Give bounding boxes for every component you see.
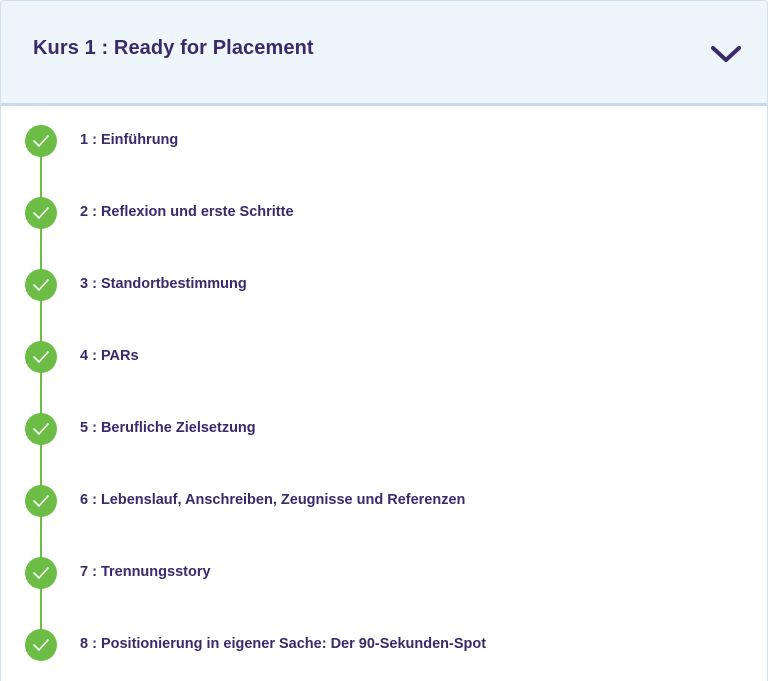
lesson-label: 7 : Trennungsstory <box>80 564 211 580</box>
lesson-label: 2 : Reflexion und erste Schritte <box>80 204 294 220</box>
lesson-label: 3 : Standortbestimmung <box>80 276 247 292</box>
lesson-label: 5 : Berufliche Zielsetzung <box>80 420 256 436</box>
check-circle-icon <box>25 557 57 589</box>
course-panel: Kurs 1 : Ready for Placement 1 : Einführ… <box>0 0 768 681</box>
lesson-item[interactable]: 5 : Berufliche Zielsetzung <box>1 394 767 500</box>
course-title: Kurs 1 : Ready for Placement <box>33 37 314 59</box>
lesson-label: 4 : PARs <box>80 348 139 364</box>
lesson-item[interactable]: 4 : PARs <box>1 322 767 428</box>
check-circle-icon <box>25 485 57 517</box>
lesson-item[interactable]: 3 : Standortbestimmung <box>1 250 767 356</box>
chevron-down-icon[interactable] <box>708 41 744 67</box>
lesson-label: 6 : Lebenslauf, Anschreiben, Zeugnisse u… <box>80 492 466 508</box>
course-header[interactable]: Kurs 1 : Ready for Placement <box>1 1 767 106</box>
check-circle-icon <box>25 125 57 157</box>
lesson-item[interactable]: 1 : Einführung <box>1 106 767 212</box>
lesson-item[interactable]: 6 : Lebenslauf, Anschreiben, Zeugnisse u… <box>1 466 767 572</box>
lesson-label: 1 : Einführung <box>80 132 179 148</box>
check-circle-icon <box>25 341 57 373</box>
lesson-item[interactable]: 7 : Trennungsstory <box>1 538 767 644</box>
lesson-label: 8 : Positionierung in eigener Sache: Der… <box>80 636 487 652</box>
check-circle-icon <box>25 269 57 301</box>
check-circle-icon <box>25 197 57 229</box>
check-circle-icon <box>25 629 57 661</box>
lesson-list: 1 : Einführung 2 : Reflexion und erste S… <box>1 106 767 681</box>
check-circle-icon <box>25 413 57 445</box>
lesson-item[interactable]: 2 : Reflexion und erste Schritte <box>1 178 767 284</box>
lesson-item[interactable]: 8 : Positionierung in eigener Sache: Der… <box>1 610 767 681</box>
